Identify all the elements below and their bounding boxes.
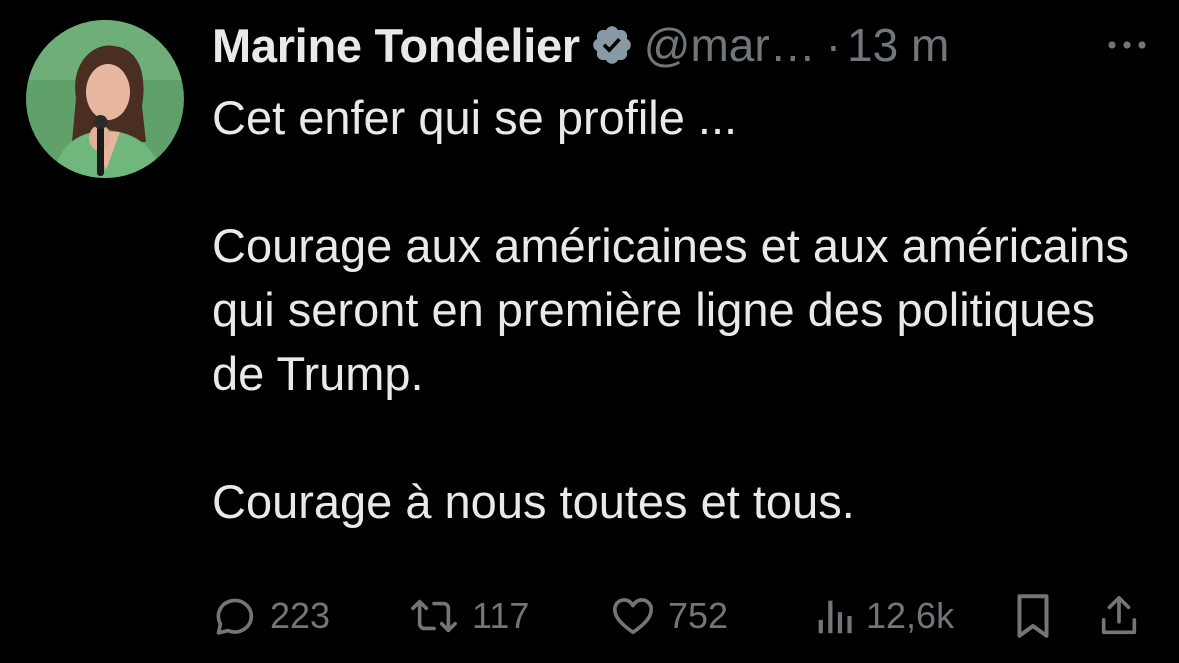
avatar-image	[26, 20, 184, 178]
share-button[interactable]	[1096, 588, 1142, 644]
tweet-paragraph: Courage à nous toutes et tous.	[212, 475, 855, 528]
views-count: 12,6k	[866, 595, 955, 636]
more-options-icon[interactable]	[1104, 30, 1150, 60]
tweet-text: Cet enfer qui se profile ... Courage aux…	[212, 86, 1132, 534]
retweet-count: 117	[472, 595, 530, 636]
retweet-button[interactable]: 117	[408, 588, 529, 644]
views-button[interactable]: 12,6k	[814, 588, 954, 644]
reply-count: 223	[270, 595, 331, 636]
author-handle[interactable]: @mar…	[644, 18, 816, 72]
bookmark-icon	[1012, 591, 1054, 641]
author-name[interactable]: Marine Tondelier	[212, 18, 580, 73]
share-icon	[1096, 592, 1142, 640]
avatar[interactable]	[26, 20, 184, 178]
reply-button[interactable]: 223	[212, 588, 330, 644]
bookmark-button[interactable]	[1012, 588, 1054, 644]
views-icon	[814, 593, 854, 639]
retweet-icon	[408, 593, 460, 639]
verified-badge-icon	[590, 23, 634, 67]
like-count: 752	[668, 595, 729, 636]
action-bar: 223 117 752 12,6k	[212, 588, 1152, 644]
tweet-header: Marine Tondelier @mar… · 13 m	[212, 14, 949, 76]
reply-icon	[212, 593, 258, 639]
header-separator: ·	[825, 19, 842, 71]
like-icon	[610, 593, 656, 639]
tweet-paragraph: Cet enfer qui se profile ...	[212, 91, 738, 144]
tweet-paragraph: Courage aux américaines et aux américain…	[212, 219, 1129, 400]
like-button[interactable]: 752	[610, 588, 728, 644]
tweet[interactable]: Marine Tondelier @mar… · 13 m Cet enfer …	[0, 0, 1179, 663]
tweet-timestamp[interactable]: 13 m	[847, 18, 949, 72]
